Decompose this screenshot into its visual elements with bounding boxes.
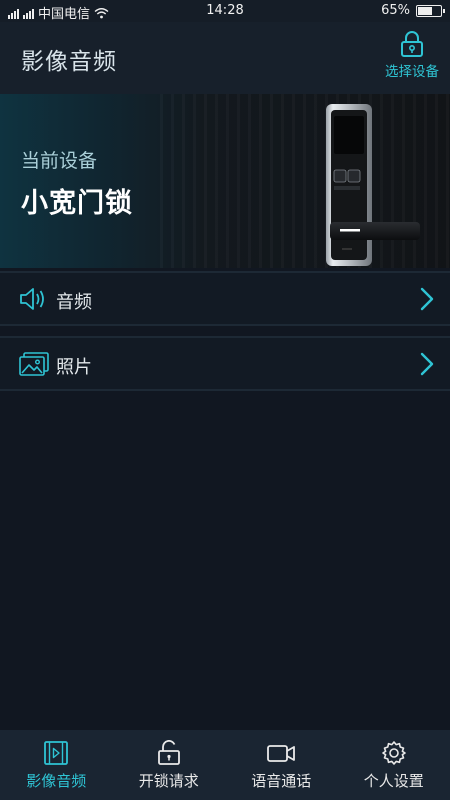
status-bar: 中国电信 14:28 65% bbox=[0, 0, 450, 22]
door-lock-image bbox=[326, 104, 420, 266]
lock-icon bbox=[401, 31, 423, 57]
select-device-button[interactable]: 选择设备 bbox=[380, 30, 444, 80]
photo-icon bbox=[19, 352, 49, 376]
battery-percent: 65% bbox=[381, 3, 410, 18]
chevron-right-icon bbox=[420, 287, 434, 311]
speaker-icon bbox=[20, 288, 44, 310]
gear-icon bbox=[381, 741, 406, 765]
video-file-icon bbox=[44, 741, 69, 765]
nav-tab-settings[interactable]: 个人设置 bbox=[338, 730, 450, 800]
menu-item-photos[interactable]: 照片 bbox=[0, 336, 450, 391]
battery-icon bbox=[416, 4, 445, 17]
header: 影像音频 选择设备 bbox=[0, 22, 450, 94]
nav-tab-unlock-request[interactable]: 开锁请求 bbox=[113, 730, 226, 800]
current-device-name: 小宽门锁 bbox=[21, 188, 133, 219]
unlock-icon bbox=[157, 740, 180, 765]
nav-label: 个人设置 bbox=[363, 772, 424, 790]
list-divider bbox=[0, 326, 450, 336]
page-title: 影像音频 bbox=[21, 49, 117, 75]
nav-tab-voice-call[interactable]: 语音通话 bbox=[225, 730, 338, 800]
menu-item-label: 音频 bbox=[56, 292, 92, 313]
status-right: 65% bbox=[381, 3, 445, 18]
media-menu-list: 音频 照片 bbox=[0, 271, 450, 391]
nav-tab-media[interactable]: 影像音频 bbox=[0, 730, 113, 800]
bottom-nav: 影像音频 开锁请求 语音通话 个人设置 bbox=[0, 730, 450, 800]
menu-item-label: 照片 bbox=[56, 357, 92, 378]
menu-item-audio[interactable]: 音频 bbox=[0, 271, 450, 326]
nav-label: 开锁请求 bbox=[138, 772, 199, 790]
current-device-label: 当前设备 bbox=[21, 150, 98, 172]
nav-label: 影像音频 bbox=[26, 772, 87, 790]
battery-level bbox=[418, 6, 432, 15]
select-device-label: 选择设备 bbox=[385, 64, 439, 80]
video-call-icon bbox=[267, 745, 296, 762]
chevron-right-icon bbox=[420, 352, 434, 376]
current-device-banner: 当前设备 小宽门锁 bbox=[0, 94, 450, 268]
nav-label: 语音通话 bbox=[251, 772, 312, 790]
